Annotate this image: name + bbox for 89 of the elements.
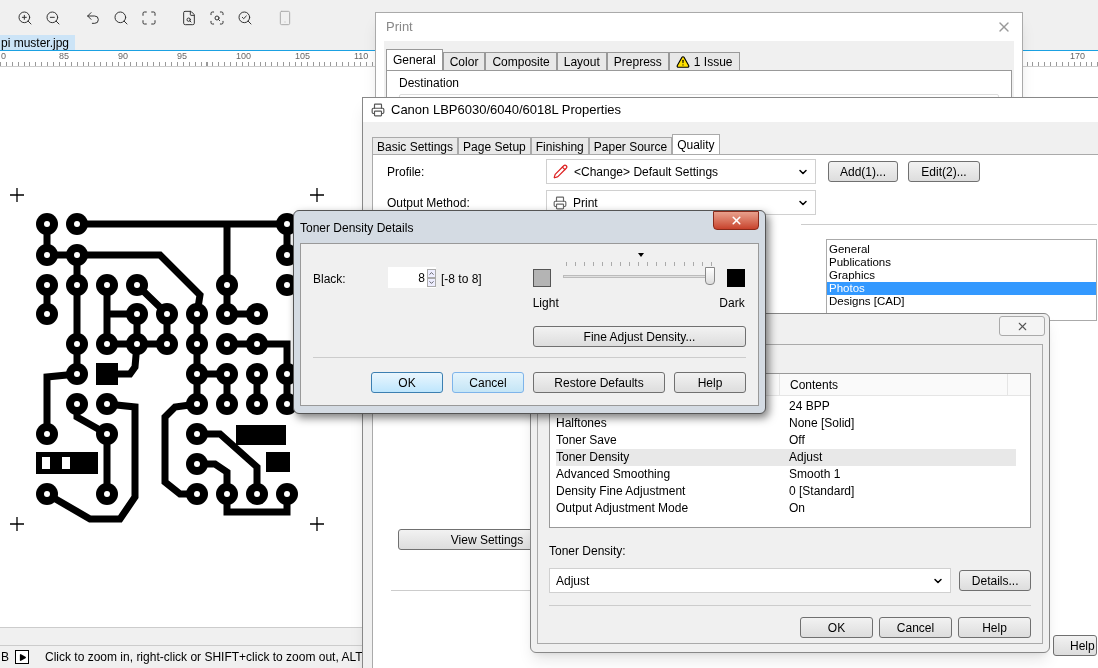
table-row[interactable]: Halftones None [Solid]	[556, 415, 1016, 432]
dialog-button[interactable]: Fine Adjust Density...	[533, 326, 746, 347]
zoom-in-icon[interactable]	[16, 8, 34, 27]
table-cell: Smooth 1	[789, 466, 841, 483]
dialog-button[interactable]: Edit(2)...	[908, 161, 980, 182]
group-label: Destination	[399, 76, 460, 90]
table-cell: 0 [Standard]	[789, 483, 855, 500]
toner-density-dropdown[interactable]: Adjust	[549, 568, 952, 593]
zoom-out-icon[interactable]	[44, 8, 62, 27]
table-cell-text: Toner Density	[556, 449, 631, 466]
crop-mark-icon	[10, 517, 24, 531]
window-title: Print	[386, 18, 413, 37]
window-title: Toner Density Details	[300, 220, 414, 237]
dialog-button[interactable]: Cancel	[879, 617, 952, 638]
list-item[interactable]: Designs [CAD]	[827, 295, 1096, 308]
crop-mark-icon	[310, 188, 324, 202]
tab[interactable]: Paper Source	[588, 137, 673, 154]
table-row[interactable]: Toner Density Adjust	[556, 449, 1016, 466]
status-hint: Click to zoom in, right-click or SHIFT+click to zoom out, ALT	[45, 649, 363, 666]
printer-icon	[553, 195, 567, 210]
dark-label: Dark	[719, 295, 745, 312]
dialog-button[interactable]: Help	[1053, 635, 1097, 656]
tab[interactable]: 1 Issue	[668, 52, 740, 70]
spin-field[interactable]: 8	[388, 267, 436, 288]
tab[interactable]: Prepress	[606, 52, 669, 70]
crop-mark-icon	[10, 188, 24, 202]
dialog-button[interactable]: Cancel	[452, 372, 524, 393]
table-cell: Adjust	[789, 449, 823, 466]
tab[interactable]: Basic Settings	[372, 137, 459, 154]
page-zoom-icon[interactable]	[180, 8, 198, 27]
tab[interactable]: Quality	[672, 134, 720, 154]
dialog-button[interactable]: Restore Defaults	[533, 372, 665, 393]
tab[interactable]: Color	[442, 52, 486, 70]
field-label: Black:	[313, 271, 347, 288]
dialog-button[interactable]: Help	[958, 617, 1031, 638]
list-item[interactable]: Publications	[827, 256, 1096, 269]
close-icon	[729, 214, 743, 227]
spin-up-icon[interactable]	[427, 268, 436, 278]
density-slider[interactable]	[562, 267, 715, 285]
table-row[interactable]: Toner Save Off	[556, 432, 1016, 449]
table-cell-text: Output Adjustment Mode	[556, 500, 690, 517]
play-button[interactable]	[15, 650, 29, 664]
dialog-button[interactable]: OK	[371, 372, 443, 393]
table-row[interactable]: Output Adjustment Mode On	[556, 500, 1016, 517]
close-button[interactable]	[713, 211, 759, 230]
profile-dropdown[interactable]: <Change> Default Settings	[546, 159, 816, 184]
column-header: Contents	[780, 374, 1008, 395]
ruler-label: 170	[1068, 51, 1086, 61]
tab[interactable]: Page Setup	[458, 137, 531, 154]
light-swatch	[532, 269, 551, 287]
field-label: Profile:	[387, 163, 426, 181]
range-label: [-8 to 8]	[441, 271, 482, 288]
table-row[interactable]: Density Fine Adjustment 0 [Standard]	[556, 483, 1016, 500]
tab[interactable]: Layout	[556, 52, 607, 70]
table-cell-text: Halftones	[556, 415, 608, 432]
pencil-icon	[553, 164, 568, 179]
magnifier-icon[interactable]	[112, 8, 130, 27]
document-tab[interactable]: pi muster.jpg	[0, 35, 76, 50]
dialog-button[interactable]: OK	[800, 617, 873, 638]
table-cell-text: Toner Save	[556, 432, 618, 449]
table-cell: Off	[789, 432, 805, 449]
unit-label: B	[0, 649, 9, 666]
tab[interactable]: Composite	[485, 52, 557, 70]
window-title: Canon LBP6030/6040/6018L Properties	[391, 101, 622, 120]
list-item[interactable]: Graphics	[827, 269, 1096, 282]
table-cell: None [Solid]	[789, 415, 855, 432]
table-cell-text: Density Fine Adjustment	[556, 483, 687, 500]
table-cell: On	[789, 500, 805, 517]
zoom-area-icon[interactable]	[208, 8, 226, 27]
field-label: Output Method:	[387, 194, 471, 212]
table-row[interactable]: Advanced Smoothing Smooth 1	[556, 466, 1016, 483]
dialog-button[interactable]: Add(1)...	[828, 161, 898, 182]
play-icon	[17, 652, 27, 662]
dialog-button[interactable]: Help	[674, 372, 746, 393]
list-item[interactable]: General	[827, 243, 1096, 256]
slider-thumb[interactable]	[704, 267, 715, 285]
fit-page-icon[interactable]	[140, 8, 158, 27]
table-cell-text: Advanced Smoothing	[556, 466, 672, 483]
tab[interactable]: General	[386, 49, 443, 70]
printer-icon	[371, 103, 385, 117]
warning-icon	[675, 54, 690, 69]
table-cell: 24 BPP	[789, 398, 830, 415]
crop-mark-icon	[310, 517, 324, 531]
spin-down-icon[interactable]	[427, 277, 436, 287]
dark-swatch	[726, 269, 745, 287]
dialog-button[interactable]: Details...	[959, 570, 1031, 591]
zoom-width-icon[interactable]	[236, 8, 254, 27]
tab[interactable]: Finishing	[530, 137, 589, 154]
light-label: Light	[532, 295, 559, 312]
